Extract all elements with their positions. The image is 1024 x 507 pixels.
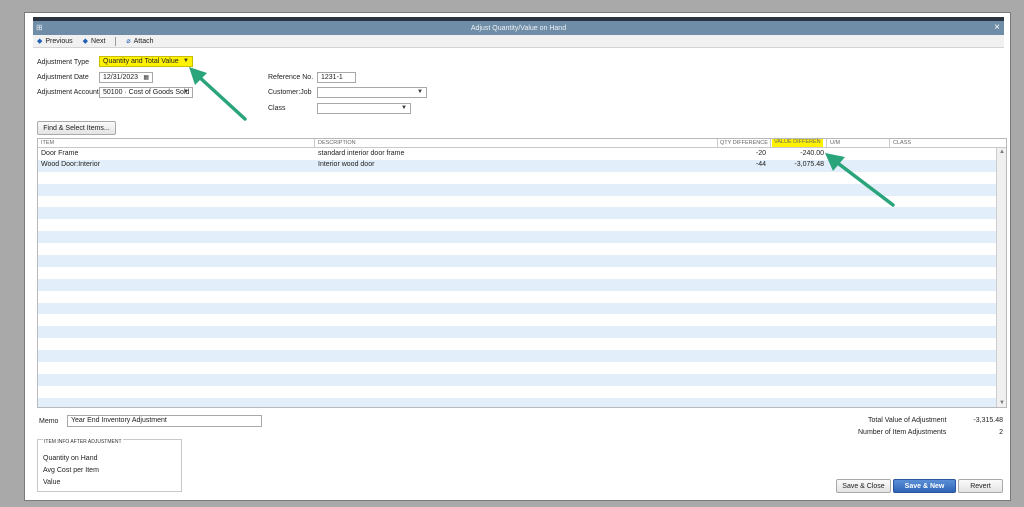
table-row-empty[interactable] <box>38 207 997 220</box>
customer-job-select[interactable]: ▼ <box>317 87 427 98</box>
quantity-on-hand-label: Quantity on Hand <box>43 455 98 462</box>
adjustment-account-select[interactable]: 50100 · Cost of Goods Sold ▼ <box>99 87 193 98</box>
cell-item[interactable]: Door Frame <box>41 150 78 157</box>
chevron-down-icon: ▼ <box>401 105 407 111</box>
table-row-empty[interactable] <box>38 326 997 339</box>
annotation-arrow-type <box>189 67 247 121</box>
customer-job-label: Customer:Job <box>268 89 312 96</box>
chevron-down-icon: ▼ <box>183 58 189 64</box>
column-header-value-difference[interactable]: VALUE DIFFEREN <box>772 139 823 147</box>
reference-no-value: 1231-1 <box>321 74 343 81</box>
triangle-left-icon: ◆ <box>37 38 43 45</box>
save-close-button[interactable]: Save & Close <box>836 479 891 493</box>
cell-description[interactable]: Interior wood door <box>318 161 374 168</box>
toolbar: ◆ Previous ◆ Next ⌀ Attach <box>33 35 1004 48</box>
previous-label: Previous <box>45 37 73 45</box>
table-row-empty[interactable] <box>38 350 997 363</box>
cell-description[interactable]: standard interior door frame <box>318 150 404 157</box>
num-items-label: Number of Item Adjustments <box>858 429 947 436</box>
table-row-empty[interactable] <box>38 195 997 208</box>
table-row-empty[interactable] <box>38 290 997 303</box>
attach-label: Attach <box>133 37 154 45</box>
calendar-icon[interactable]: ▦ <box>143 74 149 81</box>
column-header-item[interactable]: ITEM <box>41 140 54 146</box>
grid-scrollbar[interactable]: ▲ ▼ <box>996 148 1006 407</box>
grid-rows: Door Frame standard interior door frame … <box>38 148 997 407</box>
cell-qty-difference[interactable]: -44 <box>756 161 766 168</box>
table-row-empty[interactable] <box>38 397 997 407</box>
triangle-right-icon: ◆ <box>82 38 89 45</box>
column-header-class[interactable]: CLASS <box>893 140 911 146</box>
adjustment-type-value: Quantity and Total Value <box>103 58 179 65</box>
table-row-empty[interactable] <box>38 385 997 398</box>
toolbar-divider <box>115 36 117 46</box>
close-icon[interactable]: × <box>994 22 1000 33</box>
next-button[interactable]: ◆ Next <box>82 37 106 46</box>
chevron-down-icon: ▼ <box>417 89 423 95</box>
window-title: Adjust Quantity/Value on Hand <box>470 24 567 32</box>
system-menu-icon[interactable]: ⊞ <box>36 23 43 32</box>
class-label: Class <box>268 105 286 112</box>
cell-value-difference[interactable]: -3,075.48 <box>794 161 824 168</box>
total-value: -3,315.48 <box>973 417 1003 424</box>
memo-value: Year End Inventory Adjustment <box>71 417 167 424</box>
table-row-empty[interactable] <box>38 362 997 374</box>
table-row-empty[interactable] <box>38 243 997 256</box>
table-row-empty[interactable] <box>38 171 997 184</box>
table-row-empty[interactable] <box>38 278 997 291</box>
adjustment-account-value: 50100 · Cost of Goods Sold <box>103 89 190 96</box>
memo-field[interactable]: Year End Inventory Adjustment <box>67 415 262 427</box>
table-row[interactable]: Door Frame standard interior door frame … <box>38 148 997 160</box>
scroll-down-icon[interactable]: ▼ <box>999 400 1005 406</box>
table-row-empty[interactable] <box>38 255 997 267</box>
table-row-empty[interactable] <box>38 219 997 232</box>
table-row-empty[interactable] <box>38 338 997 351</box>
previous-button[interactable]: ◆ Previous <box>37 37 73 46</box>
table-row-empty[interactable] <box>38 266 997 279</box>
column-header-qty-difference[interactable]: QTY DIFFERENCE <box>720 140 768 146</box>
grid-header: ITEM DESCRIPTION QTY DIFFERENCE VALUE DI… <box>38 139 1006 148</box>
num-items-value: 2 <box>999 429 1003 436</box>
memo-label: Memo <box>39 418 59 425</box>
adjustment-account-label: Adjustment Account <box>37 89 99 96</box>
column-header-um[interactable]: U/M <box>830 140 840 146</box>
adjustment-date-label: Adjustment Date <box>37 74 89 81</box>
avg-cost-label: Avg Cost per Item <box>43 467 99 474</box>
item-info-panel: ITEM INFO AFTER ADJUSTMENT Quantity on H… <box>37 439 182 492</box>
attach-button[interactable]: ⌀ Attach <box>126 37 154 46</box>
adjustment-type-select[interactable]: Quantity and Total Value ▼ <box>99 56 193 67</box>
revert-button[interactable]: Revert <box>958 479 1003 493</box>
table-row-empty[interactable] <box>38 302 997 315</box>
class-select[interactable]: ▼ <box>317 103 411 114</box>
column-header-description[interactable]: DESCRIPTION <box>318 140 356 146</box>
scroll-up-icon[interactable]: ▲ <box>999 149 1005 155</box>
app-frame: ⊞ Adjust Quantity/Value on Hand × ◆ Prev… <box>24 12 1011 501</box>
items-grid: ITEM DESCRIPTION QTY DIFFERENCE VALUE DI… <box>37 138 1007 408</box>
table-row-empty[interactable] <box>38 231 997 244</box>
table-row[interactable]: Wood Door:Interior Interior wood door -4… <box>38 159 997 172</box>
cell-item[interactable]: Wood Door:Interior <box>41 161 100 168</box>
table-row-empty[interactable] <box>38 314 997 327</box>
next-label: Next <box>91 37 106 45</box>
adjustment-type-label: Adjustment Type <box>37 59 90 66</box>
save-new-button[interactable]: Save & New <box>893 479 956 493</box>
table-row-empty[interactable] <box>38 183 997 196</box>
window-titlebar: ⊞ Adjust Quantity/Value on Hand × <box>33 21 1004 35</box>
cell-qty-difference[interactable]: -20 <box>756 150 766 157</box>
reference-no-field[interactable]: 1231-1 <box>317 72 356 83</box>
item-info-title: ITEM INFO AFTER ADJUSTMENT <box>43 439 123 445</box>
find-select-items-button[interactable]: Find & Select Items... <box>37 121 116 135</box>
adjustment-date-field[interactable]: 12/31/2023 ▦ <box>99 72 153 83</box>
cell-value-difference[interactable]: -240.00 <box>800 150 824 157</box>
total-value-label: Total Value of Adjustment <box>868 417 947 424</box>
chevron-down-icon: ▼ <box>183 89 189 95</box>
adjustment-date-value: 12/31/2023 <box>103 74 139 81</box>
value-label: Value <box>43 479 61 486</box>
table-row-empty[interactable] <box>38 373 997 386</box>
paperclip-icon: ⌀ <box>126 38 131 45</box>
reference-no-label: Reference No. <box>268 74 314 81</box>
